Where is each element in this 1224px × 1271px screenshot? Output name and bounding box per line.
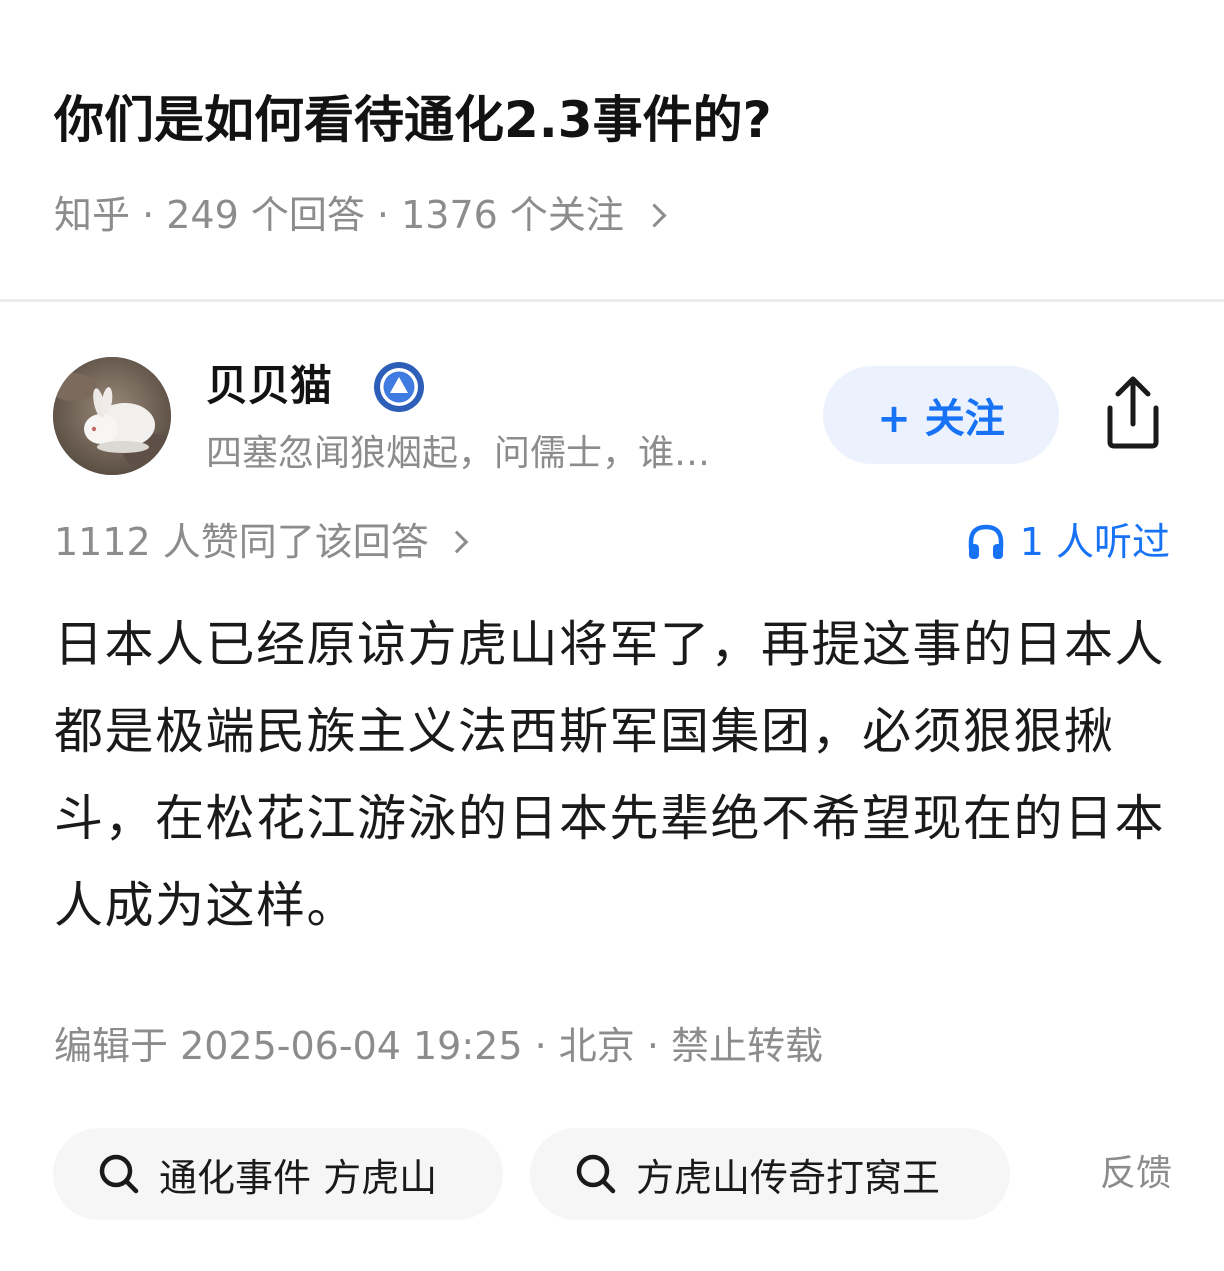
headphone-icon	[968, 524, 1003, 559]
avatar[interactable]	[53, 357, 171, 475]
related-search-label: 通化事件 方虎山	[159, 1155, 438, 1200]
question-meta-text: 知乎 · 249 个回答 · 1376 个关注	[54, 193, 624, 237]
related-search-chip[interactable]: 通化事件 方虎山	[53, 1128, 503, 1220]
upvote-count-link[interactable]: 1112 人赞同了该回答	[54, 515, 469, 569]
listen-count-text: 1 人听过	[1019, 520, 1170, 564]
follow-button[interactable]: + 关注	[823, 366, 1059, 464]
chevron-right-icon	[445, 530, 469, 554]
question-meta[interactable]: 知乎 · 249 个回答 · 1376 个关注	[54, 188, 667, 242]
question-title[interactable]: 你们是如何看待通化2.3事件的?	[54, 82, 772, 158]
chevron-right-icon	[642, 202, 667, 228]
upvote-count-text: 1112 人赞同了该回答	[54, 520, 429, 564]
author-name[interactable]: 贝贝猫	[206, 358, 332, 414]
listen-button[interactable]: 1 人听过	[966, 515, 1170, 569]
feedback-link[interactable]: 反馈	[1100, 1147, 1172, 1201]
answer-body: 日本人已经原谅方虎山将军了，再提这事的日本人都是极端民族主义法西斯军国集团，必须…	[54, 616, 1166, 934]
related-search-label: 方虎山传奇打窝王	[636, 1155, 941, 1200]
search-icon	[99, 1154, 139, 1194]
share-icon[interactable]	[1098, 374, 1168, 450]
author-bio: 四塞忽闻狼烟起，问儒士，谁…	[206, 433, 711, 474]
section-divider	[0, 299, 1224, 302]
edit-info: 编辑于 2025-06-04 19:25 · 北京 · 禁止转载	[54, 1024, 823, 1068]
search-icon	[576, 1154, 616, 1194]
related-search-chip[interactable]: 方虎山传奇打窝王	[530, 1128, 1010, 1220]
scroll-fade	[1030, 1128, 1090, 1220]
verified-badge-icon	[374, 362, 424, 412]
